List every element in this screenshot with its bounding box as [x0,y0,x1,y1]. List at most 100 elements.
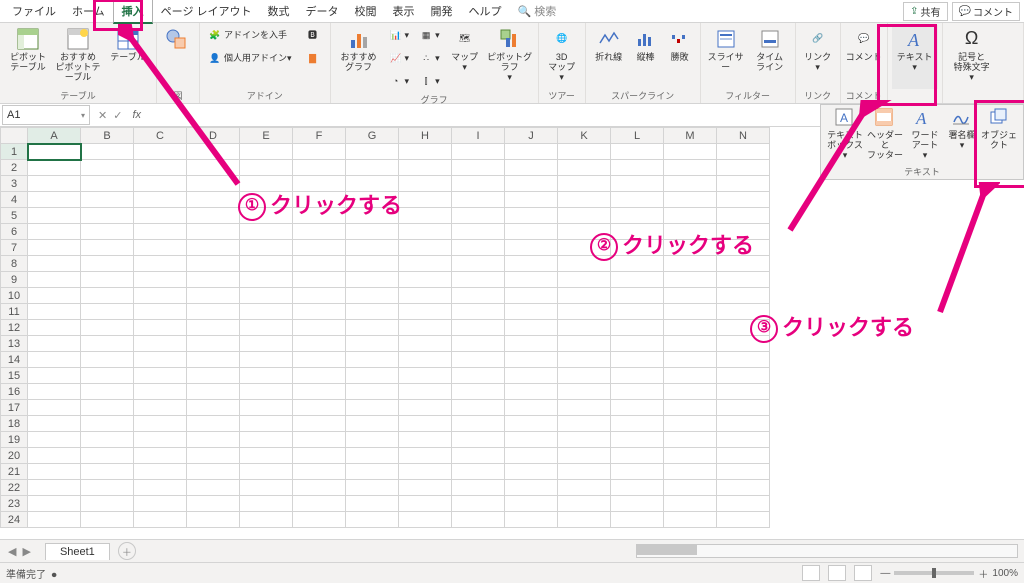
cell-B14[interactable] [81,352,134,368]
column-chart-button[interactable]: 📊▾ [385,25,414,47]
cell-J13[interactable] [505,336,558,352]
cell-N19[interactable] [717,432,770,448]
cell-L23[interactable] [611,496,664,512]
row-header-9[interactable]: 9 [1,272,28,288]
cell-F4[interactable] [293,192,346,208]
cell-D24[interactable] [187,512,240,528]
cancel-formula-icon[interactable]: ✕ [98,109,107,122]
cell-G15[interactable] [346,368,399,384]
cell-H4[interactable] [399,192,452,208]
cell-N11[interactable] [717,304,770,320]
tab-formulas[interactable]: 数式 [260,0,298,22]
cell-L4[interactable] [611,192,664,208]
cell-H17[interactable] [399,400,452,416]
cell-D10[interactable] [187,288,240,304]
row-header-24[interactable]: 24 [1,512,28,528]
cell-A5[interactable] [28,208,81,224]
cell-J12[interactable] [505,320,558,336]
cell-A16[interactable] [28,384,81,400]
cell-L1[interactable] [611,144,664,160]
cell-I24[interactable] [452,512,505,528]
cell-A15[interactable] [28,368,81,384]
cell-K21[interactable] [558,464,611,480]
cell-B13[interactable] [81,336,134,352]
cell-E19[interactable] [240,432,293,448]
cell-D3[interactable] [187,176,240,192]
col-header-J[interactable]: J [505,128,558,144]
cell-C10[interactable] [134,288,187,304]
cell-I23[interactable] [452,496,505,512]
cell-M16[interactable] [664,384,717,400]
select-all-corner[interactable] [1,128,28,144]
cell-B18[interactable] [81,416,134,432]
cell-B19[interactable] [81,432,134,448]
cell-M1[interactable] [664,144,717,160]
cell-N10[interactable] [717,288,770,304]
slicer-button[interactable]: スライサー [705,25,747,89]
cell-F19[interactable] [293,432,346,448]
cell-F8[interactable] [293,256,346,272]
cell-K8[interactable] [558,256,611,272]
tab-review[interactable]: 校閲 [347,0,385,22]
sheet-tab-sheet1[interactable]: Sheet1 [45,543,110,560]
cell-D22[interactable] [187,480,240,496]
cell-J18[interactable] [505,416,558,432]
cell-A1[interactable] [28,144,81,160]
cell-K20[interactable] [558,448,611,464]
cell-E8[interactable] [240,256,293,272]
cell-G4[interactable] [346,192,399,208]
comment-button[interactable]: 💬コメント [952,2,1020,21]
cell-M12[interactable] [664,320,717,336]
cell-E3[interactable] [240,176,293,192]
link-button[interactable]: 🔗リンク▾ [800,25,836,89]
cell-D17[interactable] [187,400,240,416]
cell-B23[interactable] [81,496,134,512]
cell-J10[interactable] [505,288,558,304]
share-button[interactable]: ⇪共有 [903,2,947,21]
cell-A23[interactable] [28,496,81,512]
col-header-M[interactable]: M [664,128,717,144]
cell-F10[interactable] [293,288,346,304]
cell-G22[interactable] [346,480,399,496]
sparkline-column-button[interactable]: 縦棒 [630,25,662,89]
cell-I18[interactable] [452,416,505,432]
cell-F23[interactable] [293,496,346,512]
cell-C3[interactable] [134,176,187,192]
cell-B12[interactable] [81,320,134,336]
fx-icon[interactable]: fx [128,109,145,121]
col-header-L[interactable]: L [611,128,664,144]
cell-C6[interactable] [134,224,187,240]
cell-A2[interactable] [28,160,81,176]
cell-E4[interactable] [240,192,293,208]
cell-F24[interactable] [293,512,346,528]
cell-M10[interactable] [664,288,717,304]
cell-G21[interactable] [346,464,399,480]
cell-B6[interactable] [81,224,134,240]
cell-A12[interactable] [28,320,81,336]
cell-J16[interactable] [505,384,558,400]
cell-J6[interactable] [505,224,558,240]
cell-F9[interactable] [293,272,346,288]
cell-N5[interactable] [717,208,770,224]
cell-H2[interactable] [399,160,452,176]
row-header-6[interactable]: 6 [1,224,28,240]
col-header-E[interactable]: E [240,128,293,144]
cell-A3[interactable] [28,176,81,192]
cell-I7[interactable] [452,240,505,256]
cell-B9[interactable] [81,272,134,288]
horizontal-scrollbar[interactable] [636,544,1018,558]
cell-H18[interactable] [399,416,452,432]
people-graph-button[interactable]: ▇ [302,48,326,70]
cell-M20[interactable] [664,448,717,464]
cell-I2[interactable] [452,160,505,176]
cell-G24[interactable] [346,512,399,528]
cell-E21[interactable] [240,464,293,480]
cell-D15[interactable] [187,368,240,384]
cell-D1[interactable] [187,144,240,160]
object-button[interactable]: オブジェクト [979,107,1019,163]
cell-K24[interactable] [558,512,611,528]
cell-N6[interactable] [717,224,770,240]
pivottable-button[interactable]: ピボット テーブル [4,25,52,89]
textbox-button[interactable]: Aテキスト ボックス▾ [825,107,865,163]
cell-I15[interactable] [452,368,505,384]
